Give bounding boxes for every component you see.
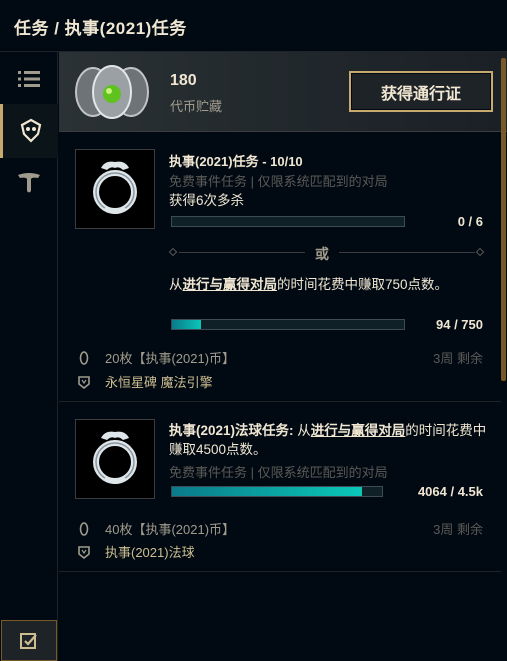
game-mode-link[interactable]: 进行与赢得对局 <box>183 277 278 292</box>
t-logo-icon <box>18 173 40 193</box>
time-remaining: 3周 剩余 <box>433 351 483 366</box>
divider-line <box>179 252 305 253</box>
mission-icon <box>75 149 155 229</box>
game-mode-link[interactable]: 进行与赢得对局 <box>311 423 406 438</box>
currency-bar: 180 代币贮藏 获得通行证 <box>59 52 507 132</box>
divider-diamond <box>168 247 178 257</box>
objective-text: 获得6次多杀 <box>169 193 245 208</box>
mission-icon <box>75 419 155 499</box>
reward-item: 40枚【执事(2021)币】 <box>77 519 235 538</box>
mission-title: 执事(2021)法球任务: <box>169 423 294 438</box>
sidebar-item-event[interactable] <box>0 104 58 158</box>
progress-bar <box>171 216 405 227</box>
mission-subtitle: 免费事件任务 | 仅限系统匹配到的对局 <box>169 174 388 189</box>
list-icon <box>18 71 40 87</box>
progress-fill <box>172 320 201 329</box>
mission-title: 执事(2021)任务 - 10/10 <box>169 154 303 169</box>
progress-bar <box>171 486 383 497</box>
scrollbar[interactable] <box>501 58 506 381</box>
shield-icon <box>77 545 91 559</box>
token-amount: 180 <box>170 72 197 89</box>
token-stack-icon <box>75 65 149 119</box>
token-icon <box>77 521 91 536</box>
serpent-ring-icon <box>93 161 137 214</box>
divider-diamond <box>475 247 485 257</box>
or-label: 或 <box>315 246 329 262</box>
header: 任务 / 执事(2021)任务 <box>0 0 507 52</box>
divider-line <box>339 252 475 253</box>
progress-count: 4064 / 4.5k <box>417 484 483 499</box>
mission-subtitle: 免费事件任务 | 仅限系统匹配到的对局 <box>169 465 388 480</box>
progress-count: 94 / 750 <box>436 317 483 332</box>
token-icon <box>77 350 91 365</box>
reward-item: 永恒星碑 魔法引擎 <box>77 372 213 391</box>
get-pass-button[interactable]: 获得通行证 <box>349 71 493 112</box>
objective-text: 从进行与赢得对局的时间花费中赚取750点数。 <box>169 277 449 292</box>
sidebar-item-tft[interactable] <box>0 156 58 210</box>
checkbox-icon <box>20 632 37 649</box>
shield-icon <box>77 375 91 389</box>
page-title: 任务 / 执事(2021)任务 <box>14 19 187 38</box>
mission-card: 执事(2021)法球任务: 从进行与赢得对局的时间花费中赚取4500点数。 免费… <box>59 402 501 572</box>
mission-list: 180 代币贮藏 获得通行证 执事(2021)任务 - 10/10 免费事件任务… <box>59 52 507 661</box>
completed-missions-button[interactable] <box>1 620 57 661</box>
progress-count: 0 / 6 <box>457 214 483 229</box>
time-remaining: 3周 剩余 <box>433 522 483 537</box>
or-divider: 或 <box>168 244 485 262</box>
mission-description: 执事(2021)法球任务: 从进行与赢得对局的时间花费中赚取4500点数。 <box>169 423 487 457</box>
progress-fill <box>172 487 362 496</box>
sidebar-item-list[interactable] <box>0 52 58 106</box>
reward-item: 执事(2021)法球 <box>77 542 195 561</box>
serpent-ring-icon <box>93 431 137 484</box>
token-label: 代币贮藏 <box>170 99 223 114</box>
mission-card: 执事(2021)任务 - 10/10 免费事件任务 | 仅限系统匹配到的对局 获… <box>59 132 501 402</box>
reward-item: 20枚【执事(2021)币】 <box>77 348 235 367</box>
sidebar <box>0 52 58 661</box>
mission-badge-icon <box>20 118 41 143</box>
progress-bar <box>171 319 405 330</box>
